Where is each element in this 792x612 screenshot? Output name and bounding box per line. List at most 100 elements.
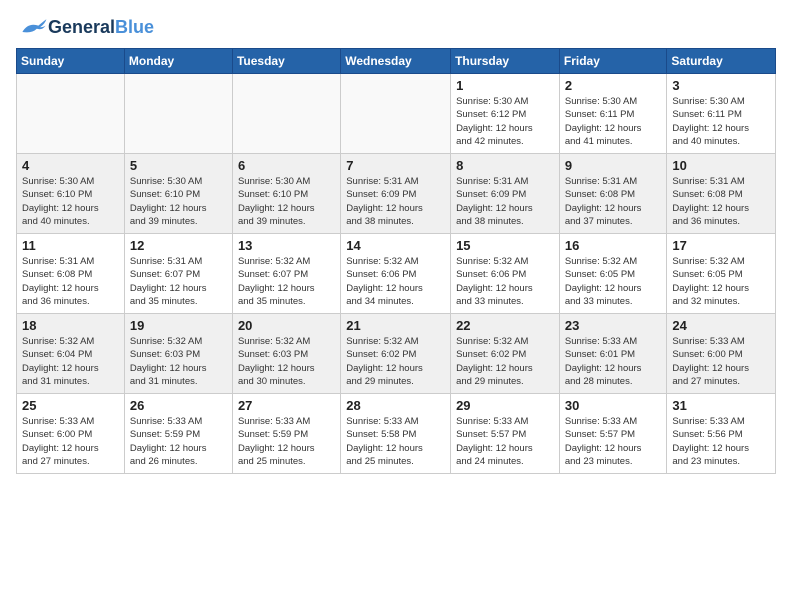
day-number: 7: [346, 158, 445, 173]
calendar-cell: 5 Sunrise: 5:30 AM Sunset: 6:10 PM Daylig…: [124, 154, 232, 234]
calendar-cell: 8Sunrise: 5:31 AM Sunset: 6:09 PM Daylig…: [451, 154, 560, 234]
day-number: 31: [672, 398, 770, 413]
day-info: Sunrise: 5:33 AM Sunset: 5:58 PM Dayligh…: [346, 415, 445, 468]
calendar-week-row: 18 Sunrise: 5:32 AM Sunset: 6:04 PM Dayli…: [17, 314, 776, 394]
day-info: Sunrise: 5:32 AM Sunset: 6:02 PM Dayligh…: [456, 335, 554, 388]
day-number: 23: [565, 318, 662, 333]
day-number: 2: [565, 78, 662, 93]
day-number: 28: [346, 398, 445, 413]
weekday-header-tuesday: Tuesday: [232, 49, 340, 74]
calendar-cell: 4Sunrise: 5:30 AM Sunset: 6:10 PM Daylig…: [17, 154, 125, 234]
day-info: Sunrise: 5:32 AM Sunset: 6:04 PM Dayligh…: [22, 335, 119, 388]
day-info: Sunrise: 5:33 AM Sunset: 6:00 PM Dayligh…: [22, 415, 119, 468]
day-number: 15: [456, 238, 554, 253]
calendar-cell: 23 Sunrise: 5:33 AM Sunset: 6:01 PM Dayli…: [559, 314, 667, 394]
day-number: 25: [22, 398, 119, 413]
logo: GeneralBlue: [16, 16, 154, 40]
calendar-cell: 19Sunrise: 5:32 AM Sunset: 6:03 PM Dayli…: [124, 314, 232, 394]
calendar-cell: 3Sunrise: 5:30 AM Sunset: 6:11 PM Daylig…: [667, 74, 776, 154]
calendar-cell: [341, 74, 451, 154]
day-info: Sunrise: 5:32 AM Sunset: 6:06 PM Dayligh…: [346, 255, 445, 308]
weekday-header-thursday: Thursday: [451, 49, 560, 74]
day-info: Sunrise: 5:30 AM Sunset: 6:10 PM Dayligh…: [238, 175, 335, 228]
calendar-cell: 27 Sunrise: 5:33 AM Sunset: 5:59 PM Dayli…: [232, 394, 340, 474]
calendar-cell: 9Sunrise: 5:31 AM Sunset: 6:08 PM Daylig…: [559, 154, 667, 234]
day-info: Sunrise: 5:30 AM Sunset: 6:11 PM Dayligh…: [565, 95, 662, 148]
day-number: 4: [22, 158, 119, 173]
calendar-cell: 20Sunrise: 5:32 AM Sunset: 6:03 PM Dayli…: [232, 314, 340, 394]
day-info: Sunrise: 5:32 AM Sunset: 6:05 PM Dayligh…: [565, 255, 662, 308]
calendar-cell: 28 Sunrise: 5:33 AM Sunset: 5:58 PM Dayli…: [341, 394, 451, 474]
day-info: Sunrise: 5:33 AM Sunset: 5:56 PM Dayligh…: [672, 415, 770, 468]
day-info: Sunrise: 5:33 AM Sunset: 6:01 PM Dayligh…: [565, 335, 662, 388]
calendar-cell: 30 Sunrise: 5:33 AM Sunset: 5:57 PM Dayli…: [559, 394, 667, 474]
day-info: Sunrise: 5:33 AM Sunset: 5:59 PM Dayligh…: [130, 415, 227, 468]
calendar-week-row: 1 Sunrise: 5:30 AM Sunset: 6:12 PM Daylig…: [17, 74, 776, 154]
logo-icon: [16, 16, 48, 40]
calendar-cell: 1 Sunrise: 5:30 AM Sunset: 6:12 PM Daylig…: [451, 74, 560, 154]
day-info: Sunrise: 5:31 AM Sunset: 6:09 PM Dayligh…: [346, 175, 445, 228]
logo-text: GeneralBlue: [48, 18, 154, 38]
day-number: 27: [238, 398, 335, 413]
calendar-cell: 2 Sunrise: 5:30 AM Sunset: 6:11 PM Daylig…: [559, 74, 667, 154]
day-info: Sunrise: 5:32 AM Sunset: 6:02 PM Dayligh…: [346, 335, 445, 388]
day-info: Sunrise: 5:32 AM Sunset: 6:05 PM Dayligh…: [672, 255, 770, 308]
calendar-cell: 15 Sunrise: 5:32 AM Sunset: 6:06 PM Dayli…: [451, 234, 560, 314]
day-info: Sunrise: 5:32 AM Sunset: 6:07 PM Dayligh…: [238, 255, 335, 308]
day-number: 20: [238, 318, 335, 333]
day-number: 3: [672, 78, 770, 93]
calendar-cell: 18 Sunrise: 5:32 AM Sunset: 6:04 PM Dayli…: [17, 314, 125, 394]
calendar-cell: 29 Sunrise: 5:33 AM Sunset: 5:57 PM Dayli…: [451, 394, 560, 474]
day-number: 1: [456, 78, 554, 93]
day-number: 9: [565, 158, 662, 173]
day-number: 17: [672, 238, 770, 253]
weekday-header-sunday: Sunday: [17, 49, 125, 74]
calendar-cell: [17, 74, 125, 154]
calendar-table: SundayMondayTuesdayWednesdayThursdayFrid…: [16, 48, 776, 474]
day-number: 24: [672, 318, 770, 333]
weekday-header-monday: Monday: [124, 49, 232, 74]
calendar-week-row: 25 Sunrise: 5:33 AM Sunset: 6:00 PM Dayli…: [17, 394, 776, 474]
day-info: Sunrise: 5:33 AM Sunset: 5:57 PM Dayligh…: [456, 415, 554, 468]
calendar-cell: 22 Sunrise: 5:32 AM Sunset: 6:02 PM Dayli…: [451, 314, 560, 394]
calendar-cell: 7 Sunrise: 5:31 AM Sunset: 6:09 PM Daylig…: [341, 154, 451, 234]
day-info: Sunrise: 5:33 AM Sunset: 6:00 PM Dayligh…: [672, 335, 770, 388]
calendar-cell: 17 Sunrise: 5:32 AM Sunset: 6:05 PM Dayli…: [667, 234, 776, 314]
calendar-cell: 10 Sunrise: 5:31 AM Sunset: 6:08 PM Dayli…: [667, 154, 776, 234]
calendar-cell: 24 Sunrise: 5:33 AM Sunset: 6:00 PM Dayli…: [667, 314, 776, 394]
calendar-cell: [124, 74, 232, 154]
day-number: 30: [565, 398, 662, 413]
day-number: 10: [672, 158, 770, 173]
calendar-cell: 13 Sunrise: 5:32 AM Sunset: 6:07 PM Dayli…: [232, 234, 340, 314]
day-number: 12: [130, 238, 227, 253]
page-header: GeneralBlue: [16, 16, 776, 40]
calendar-cell: 31 Sunrise: 5:33 AM Sunset: 5:56 PM Dayli…: [667, 394, 776, 474]
day-number: 16: [565, 238, 662, 253]
calendar-cell: 25 Sunrise: 5:33 AM Sunset: 6:00 PM Dayli…: [17, 394, 125, 474]
day-info: Sunrise: 5:32 AM Sunset: 6:06 PM Dayligh…: [456, 255, 554, 308]
calendar-cell: 6 Sunrise: 5:30 AM Sunset: 6:10 PM Daylig…: [232, 154, 340, 234]
calendar-cell: 16 Sunrise: 5:32 AM Sunset: 6:05 PM Dayli…: [559, 234, 667, 314]
calendar-cell: 26 Sunrise: 5:33 AM Sunset: 5:59 PM Dayli…: [124, 394, 232, 474]
day-info: Sunrise: 5:33 AM Sunset: 5:59 PM Dayligh…: [238, 415, 335, 468]
day-info: Sunrise: 5:31 AM Sunset: 6:08 PM Dayligh…: [22, 255, 119, 308]
day-number: 5: [130, 158, 227, 173]
day-number: 22: [456, 318, 554, 333]
day-number: 6: [238, 158, 335, 173]
day-info: Sunrise: 5:30 AM Sunset: 6:10 PM Dayligh…: [130, 175, 227, 228]
day-number: 11: [22, 238, 119, 253]
day-info: Sunrise: 5:31 AM Sunset: 6:07 PM Dayligh…: [130, 255, 227, 308]
day-info: Sunrise: 5:33 AM Sunset: 5:57 PM Dayligh…: [565, 415, 662, 468]
weekday-header-friday: Friday: [559, 49, 667, 74]
day-info: Sunrise: 5:30 AM Sunset: 6:12 PM Dayligh…: [456, 95, 554, 148]
day-number: 13: [238, 238, 335, 253]
calendar-week-row: 11 Sunrise: 5:31 AM Sunset: 6:08 PM Dayli…: [17, 234, 776, 314]
day-number: 18: [22, 318, 119, 333]
calendar-cell: 14Sunrise: 5:32 AM Sunset: 6:06 PM Dayli…: [341, 234, 451, 314]
day-number: 29: [456, 398, 554, 413]
day-number: 26: [130, 398, 227, 413]
weekday-header-saturday: Saturday: [667, 49, 776, 74]
day-number: 8: [456, 158, 554, 173]
day-number: 21: [346, 318, 445, 333]
day-info: Sunrise: 5:31 AM Sunset: 6:08 PM Dayligh…: [672, 175, 770, 228]
